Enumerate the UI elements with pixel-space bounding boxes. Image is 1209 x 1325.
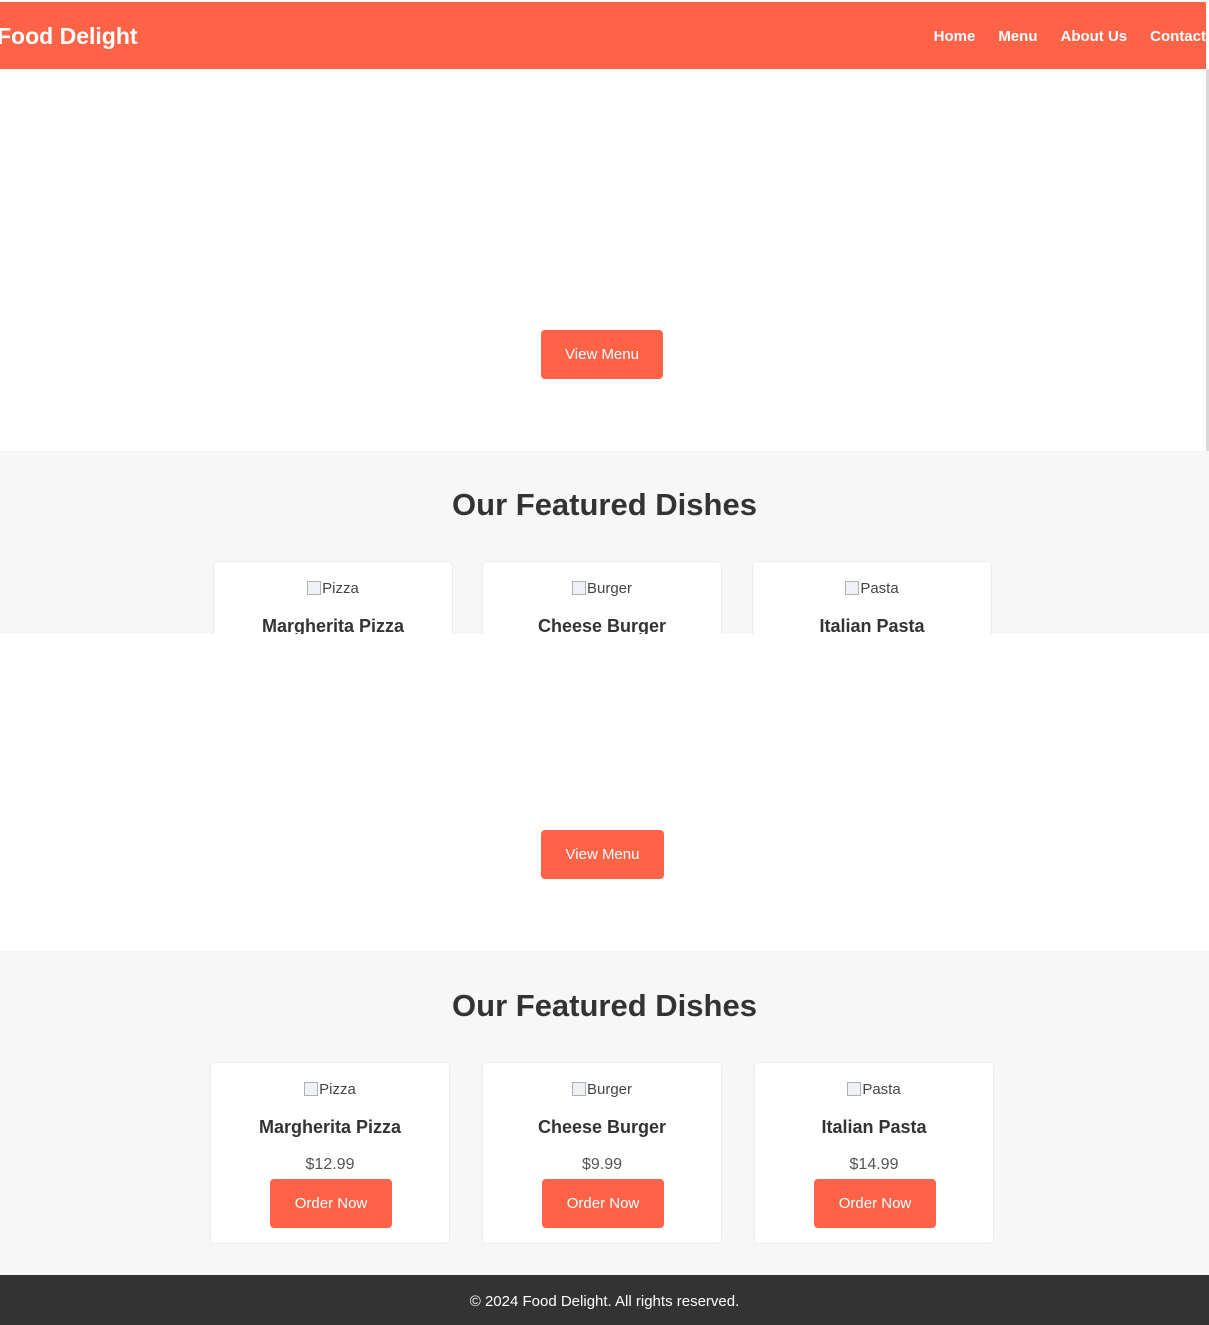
order-now-button[interactable]: Order Now — [270, 1179, 392, 1228]
main-nav: Home Menu About Us Contact — [911, 26, 1206, 48]
dish-card-pizza: Pizza Margherita Pizza — [213, 561, 453, 634]
dish-image-burger: Burger — [483, 1080, 721, 1100]
view-menu-button[interactable]: View Menu — [541, 830, 664, 879]
dish-image-pizza: Pizza — [211, 1080, 449, 1100]
broken-image-icon — [304, 1082, 319, 1096]
dish-image-burger: Burger — [483, 579, 721, 599]
broken-image-icon — [845, 581, 860, 595]
nav-contact[interactable]: Contact — [1150, 26, 1206, 48]
dish-card-pasta: Pasta Italian Pasta — [752, 561, 992, 634]
site-logo[interactable]: Food Delight — [0, 21, 138, 51]
dish-card-pasta: Pasta Italian Pasta $14.99 Order Now — [754, 1062, 994, 1244]
broken-image-icon — [307, 581, 322, 595]
order-now-button[interactable]: Order Now — [542, 1179, 664, 1228]
dish-price: $9.99 — [581, 1156, 623, 1173]
broken-image-icon — [571, 581, 586, 595]
dish-name: Cheese Burger — [537, 616, 667, 634]
page-view-full: View Menu Our Featured Dishes Pizza Marg… — [0, 634, 1209, 1325]
featured-section: Our Featured Dishes Pizza Margherita Piz… — [0, 951, 1209, 1275]
site-footer: © 2024 Food Delight. All rights reserved… — [0, 1275, 1209, 1325]
dish-image-pizza: Pizza — [214, 579, 452, 599]
dish-name: Italian Pasta — [821, 1117, 927, 1137]
featured-title: Our Featured Dishes — [452, 487, 757, 522]
broken-image-icon — [571, 1082, 586, 1096]
dish-image-pasta: Pasta — [755, 1080, 993, 1100]
nav-menu[interactable]: Menu — [998, 26, 1037, 48]
dish-name: Margherita Pizza — [258, 1117, 402, 1137]
dish-price: $14.99 — [849, 1156, 899, 1173]
copyright-text: © 2024 Food Delight. All rights reserved… — [469, 1293, 740, 1310]
dish-image-pasta: Pasta — [753, 579, 991, 599]
dish-card-pizza: Pizza Margherita Pizza $12.99 Order Now — [210, 1062, 450, 1244]
broken-image-icon — [847, 1082, 862, 1096]
view-menu-button[interactable]: View Menu — [541, 330, 663, 379]
featured-title: Our Featured Dishes — [452, 988, 757, 1023]
page-view-partial: Food Delight Home Menu About Us Contact … — [0, 0, 1209, 634]
order-now-button[interactable]: Order Now — [814, 1179, 936, 1228]
dish-name: Margherita Pizza — [261, 616, 405, 634]
dish-name: Italian Pasta — [819, 616, 925, 634]
site-header: Food Delight Home Menu About Us Contact — [0, 2, 1206, 69]
nav-home[interactable]: Home — [934, 26, 976, 48]
dish-name: Cheese Burger — [537, 1117, 667, 1137]
dish-card-burger: Burger Cheese Burger $9.99 Order Now — [482, 1062, 722, 1244]
dish-card-burger: Burger Cheese Burger — [482, 561, 722, 634]
featured-section: Our Featured Dishes Pizza Margherita Piz… — [0, 451, 1209, 634]
dish-price: $12.99 — [305, 1156, 355, 1173]
nav-about-us[interactable]: About Us — [1060, 26, 1127, 48]
